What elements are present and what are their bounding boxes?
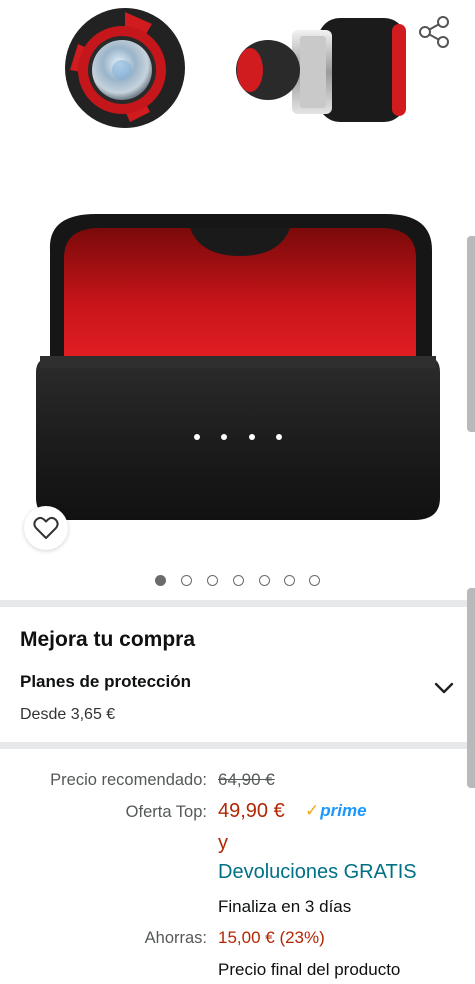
upgrade-section-title: Mejora tu compra [20, 628, 196, 651]
savings-amount: 15,00 € (23%) [218, 928, 325, 947]
share-icon [419, 16, 449, 48]
protection-plans-title: Planes de protección [20, 672, 191, 691]
final-price-note: Precio final del producto [218, 960, 401, 979]
conjunction-text: y [218, 832, 228, 854]
heart-icon [33, 516, 59, 539]
chevron-down-icon [434, 682, 454, 694]
prime-badge: ✓prime [305, 801, 367, 821]
product-image-gallery[interactable] [0, 0, 475, 600]
image-pagination-dots [155, 575, 325, 589]
prime-label: prime [320, 801, 367, 820]
pagination-dot[interactable] [259, 575, 270, 586]
savings-label: Ahorras: [144, 929, 207, 947]
charging-case-image [36, 214, 440, 520]
earbud-front-thumbnail [65, 8, 185, 128]
list-price: 64,90 € [218, 770, 275, 789]
pagination-dot[interactable] [284, 575, 295, 586]
protection-plans-price: Desde 3,65 € [20, 706, 116, 723]
free-returns-link[interactable]: Devoluciones GRATIS [218, 861, 417, 884]
section-divider [0, 600, 467, 607]
earbud-side-thumbnail [236, 18, 406, 122]
scrollbar[interactable] [467, 588, 475, 788]
pagination-dot[interactable] [155, 575, 166, 586]
deal-price-label: Oferta Top: [125, 803, 207, 821]
pagination-dot[interactable] [233, 575, 244, 586]
wishlist-button[interactable] [24, 506, 68, 550]
prime-check-icon: ✓ [305, 801, 320, 820]
product-image [36, 8, 440, 520]
deal-price: 49,90 € [218, 800, 285, 822]
pagination-dot[interactable] [181, 575, 192, 586]
deal-ends-text: Finaliza en 3 días [218, 897, 352, 916]
share-button[interactable] [414, 12, 454, 52]
scrollbar[interactable] [467, 236, 475, 432]
protection-plans-row[interactable]: Planes de protección Desde 3,65 € [0, 664, 467, 734]
section-divider [0, 742, 467, 749]
pagination-dot[interactable] [309, 575, 320, 586]
pagination-dot[interactable] [207, 575, 218, 586]
list-price-label: Precio recomendado: [50, 771, 207, 789]
